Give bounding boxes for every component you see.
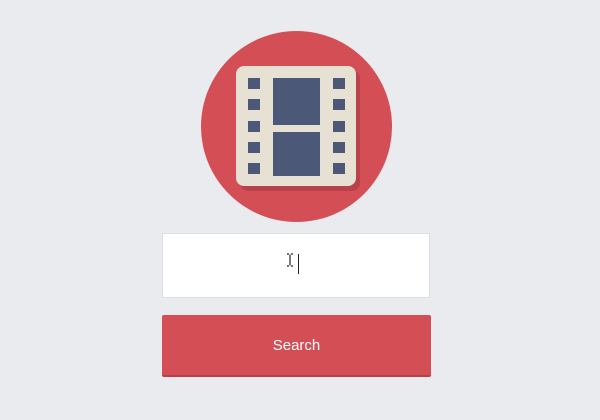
film-strip-icon	[201, 31, 392, 222]
search-field[interactable]	[162, 233, 430, 298]
text-caret	[298, 254, 299, 274]
search-button[interactable]: Search	[162, 315, 431, 377]
search-input[interactable]	[163, 234, 429, 297]
app-root: Search	[0, 0, 600, 420]
film-logo	[201, 31, 392, 222]
text-cursor-icon	[287, 253, 293, 267]
